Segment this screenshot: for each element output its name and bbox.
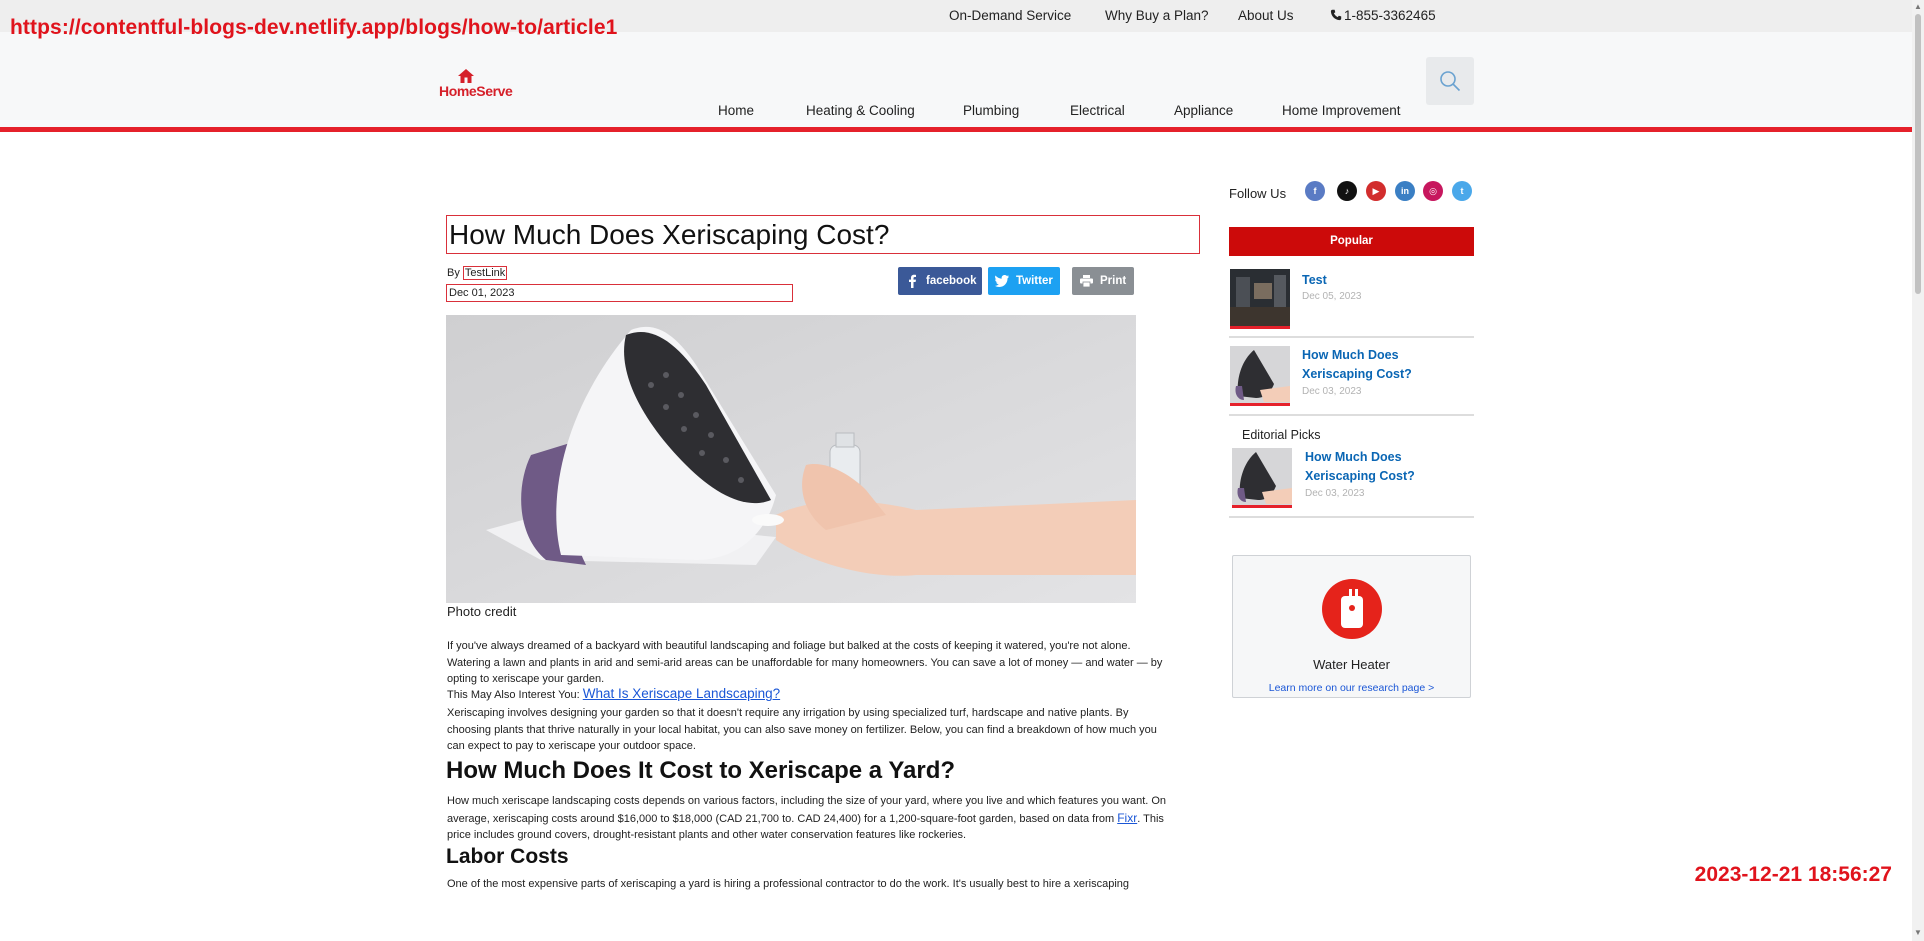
phone-icon — [1330, 9, 1342, 21]
paragraph-cost-text-1: How much xeriscape landscaping costs dep… — [447, 795, 1167, 825]
photo-credit: Photo credit — [447, 604, 517, 619]
print-label: Print — [1100, 275, 1127, 287]
research-page-link[interactable]: Learn more on our research page > — [1233, 682, 1470, 694]
xeriscape-landscaping-link[interactable]: What Is Xeriscape Landscaping? — [583, 686, 780, 701]
paragraph-cost: How much xeriscape landscaping costs dep… — [447, 793, 1175, 844]
tiktok-icon[interactable]: ♪ — [1337, 181, 1357, 201]
popular-thumb-iron — [1230, 346, 1290, 406]
water-heater-promo[interactable]: Water Heater Learn more on our research … — [1232, 555, 1471, 698]
twitter-share-button[interactable]: Twitter — [988, 267, 1060, 295]
article-title: How Much Does Xeriscaping Cost? — [449, 219, 890, 250]
facebook-icon — [898, 267, 926, 295]
water-heater-label: Water Heater — [1313, 657, 1390, 672]
also-interest: This May Also Interest You: What Is Xeri… — [447, 686, 1175, 704]
why-buy-link[interactable]: Why Buy a Plan? — [1105, 8, 1209, 23]
twitter-share-label: Twitter — [1016, 275, 1053, 287]
hero-image-iron — [446, 315, 1136, 603]
popular-thumb-kitchen — [1230, 269, 1290, 329]
facebook-share-label: facebook — [926, 275, 977, 287]
facebook-icon[interactable]: f — [1305, 181, 1325, 201]
nav-electrical[interactable]: Electrical — [1070, 103, 1125, 118]
popular-card[interactable]: How Much Does Xeriscaping Cost? Dec 03, … — [1229, 342, 1474, 416]
section-heading-labor: Labor Costs — [446, 845, 569, 868]
editorial-picks-label: Editorial Picks — [1242, 428, 1321, 442]
editorial-date: Dec 03, 2023 — [1305, 488, 1365, 499]
scrollbar[interactable]: ▲ ▼ — [1912, 0, 1924, 941]
youtube-icon[interactable]: ▶ — [1366, 181, 1386, 201]
water-heater-icon — [1322, 579, 1382, 639]
article-date: Dec 01, 2023 — [446, 284, 793, 302]
homeserve-logo[interactable]: HomeServe — [439, 69, 519, 99]
popular-date: Dec 05, 2023 — [1302, 291, 1362, 302]
author-link[interactable]: TestLink — [462, 266, 508, 280]
phone-link[interactable]: 1-855-3362465 — [1330, 8, 1436, 23]
nav-plumbing[interactable]: Plumbing — [963, 103, 1019, 118]
by-prefix: By — [447, 267, 460, 279]
byline: By TestLink — [447, 266, 508, 280]
nav-home[interactable]: Home — [718, 103, 754, 118]
twitter-icon — [988, 267, 1016, 295]
nav-heating-cooling[interactable]: Heating & Cooling — [806, 103, 915, 118]
phone-number: 1-855-3362465 — [1344, 8, 1436, 23]
url-overlay: https://contentful-blogs-dev.netlify.app… — [10, 16, 618, 39]
editorial-card[interactable]: How Much Does Xeriscaping Cost? Dec 03, … — [1229, 444, 1474, 518]
paragraph-intro: If you've always dreamed of a backyard w… — [447, 640, 1163, 686]
instagram-icon[interactable]: ◎ — [1423, 181, 1443, 201]
about-us-link[interactable]: About Us — [1238, 8, 1294, 23]
also-interest-prefix: This May Also Interest You: — [447, 689, 580, 701]
popular-header: Popular — [1229, 227, 1474, 256]
twitter-icon[interactable]: t — [1452, 181, 1472, 201]
logo-text: HomeServe — [439, 83, 513, 99]
article-title-box: How Much Does Xeriscaping Cost? — [446, 215, 1200, 254]
popular-date: Dec 03, 2023 — [1302, 386, 1362, 397]
scrollbar-thumb[interactable] — [1915, 14, 1921, 294]
scroll-down-arrow-icon[interactable]: ▼ — [1914, 928, 1922, 937]
editorial-thumb-iron — [1232, 448, 1292, 508]
popular-title[interactable]: Test — [1302, 271, 1422, 290]
page: https://contentful-blogs-dev.netlify.app… — [0, 0, 1924, 941]
house-logo-icon — [458, 69, 474, 83]
editorial-title[interactable]: How Much Does Xeriscaping Cost? — [1305, 448, 1425, 486]
paragraph-definition: Xeriscaping involves designing your gard… — [447, 707, 1157, 753]
popular-title[interactable]: How Much Does Xeriscaping Cost? — [1302, 346, 1422, 384]
search-icon — [1440, 71, 1461, 92]
scroll-up-arrow-icon[interactable]: ▲ — [1914, 2, 1922, 11]
paragraph-labor: One of the most expensive parts of xeris… — [447, 878, 1129, 890]
fixr-link[interactable]: Fixr — [1117, 811, 1137, 825]
follow-us-label: Follow Us — [1229, 186, 1287, 201]
facebook-share-button[interactable]: facebook — [898, 267, 982, 295]
section-heading-cost: How Much Does It Cost to Xeriscape a Yar… — [446, 757, 956, 784]
timestamp-overlay: 2023-12-21 18:56:27 — [1694, 863, 1892, 886]
print-button[interactable]: Print — [1072, 267, 1134, 295]
site-header: HomeServe Home Heating & Cooling Plumbin… — [0, 32, 1912, 132]
nav-home-improvement[interactable]: Home Improvement — [1282, 103, 1401, 118]
linkedin-icon[interactable]: in — [1395, 181, 1415, 201]
print-icon — [1072, 267, 1100, 295]
on-demand-link[interactable]: On-Demand Service — [949, 8, 1071, 23]
search-button[interactable] — [1426, 57, 1474, 105]
nav-appliance[interactable]: Appliance — [1174, 103, 1233, 118]
popular-card[interactable]: Test Dec 05, 2023 — [1229, 266, 1474, 338]
